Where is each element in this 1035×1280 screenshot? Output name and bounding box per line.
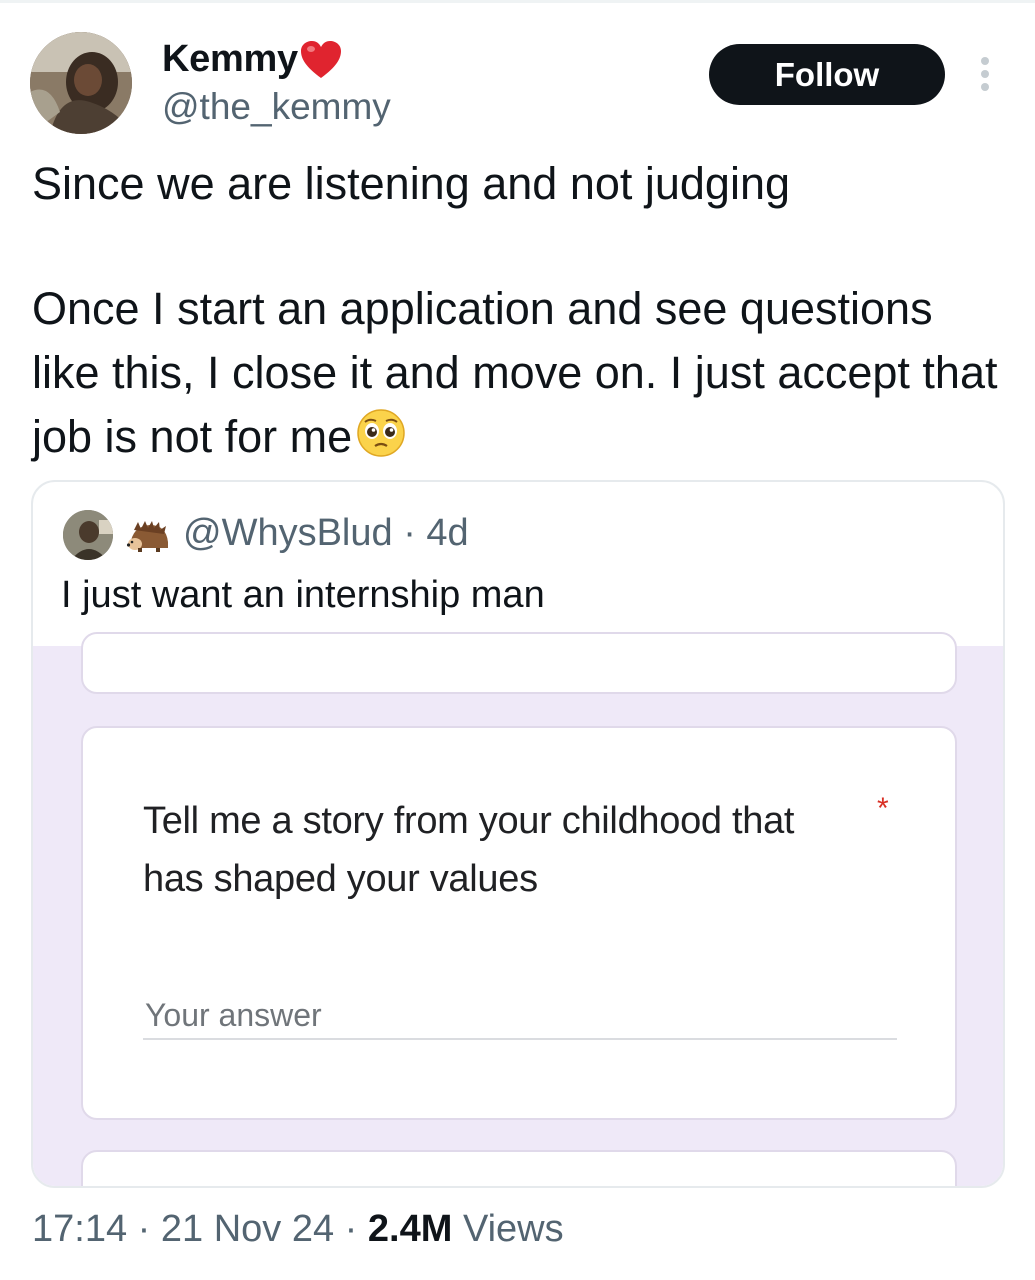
quoted-meta[interactable]: @WhysBlud · 4d	[183, 512, 469, 555]
tweet-footer: 17:14 · 21 Nov 24 · 2.4M Views	[32, 1208, 564, 1251]
quoted-tweet-card[interactable]: @WhysBlud · 4d I just want an internship…	[31, 480, 1005, 1188]
tweet-paragraph-2-text: Once I start an application and see ques…	[32, 283, 998, 462]
quoted-avatar[interactable]	[63, 510, 113, 560]
form-card-partial-bottom	[81, 1150, 957, 1186]
quoted-media-image[interactable]: Tell me a story from your childhood that…	[33, 632, 1003, 1186]
form-question-card: Tell me a story from your childhood that…	[81, 726, 957, 1120]
pleading-face-icon	[356, 408, 406, 458]
views-label: Views	[462, 1208, 564, 1250]
author-name-text: Kemmy	[162, 38, 298, 80]
avatar[interactable]	[30, 32, 132, 134]
heart-icon	[300, 40, 342, 80]
follow-button[interactable]: Follow	[709, 44, 945, 105]
hedgehog-icon	[126, 520, 172, 554]
required-asterisk: *	[877, 792, 889, 825]
form-question-text: Tell me a story from your childhood that…	[143, 800, 795, 900]
footer-separator: ·	[137, 1208, 151, 1250]
author-name[interactable]: Kemmy	[162, 38, 342, 81]
tweet-text: Since we are listening and not judging O…	[32, 152, 1012, 469]
tweet-page: Kemmy @the_kemmy Follow Since we are lis…	[0, 0, 1035, 1280]
tweet-paragraph-1: Since we are listening and not judging	[32, 158, 791, 209]
answer-input[interactable]	[143, 992, 897, 1040]
more-vertical-icon[interactable]	[975, 54, 995, 94]
views-count[interactable]: 2.4M	[368, 1208, 452, 1250]
top-divider	[0, 0, 1035, 3]
author-handle[interactable]: @the_kemmy	[162, 86, 391, 128]
tweet-date[interactable]: 21 Nov 24	[161, 1208, 334, 1250]
tweet-time[interactable]: 17:14	[32, 1208, 127, 1250]
quoted-text: I just want an internship man	[61, 574, 545, 616]
footer-separator: ·	[344, 1208, 358, 1250]
form-card-partial-top	[81, 632, 957, 694]
tweet-paragraph-2: Once I start an application and see ques…	[32, 277, 1012, 469]
